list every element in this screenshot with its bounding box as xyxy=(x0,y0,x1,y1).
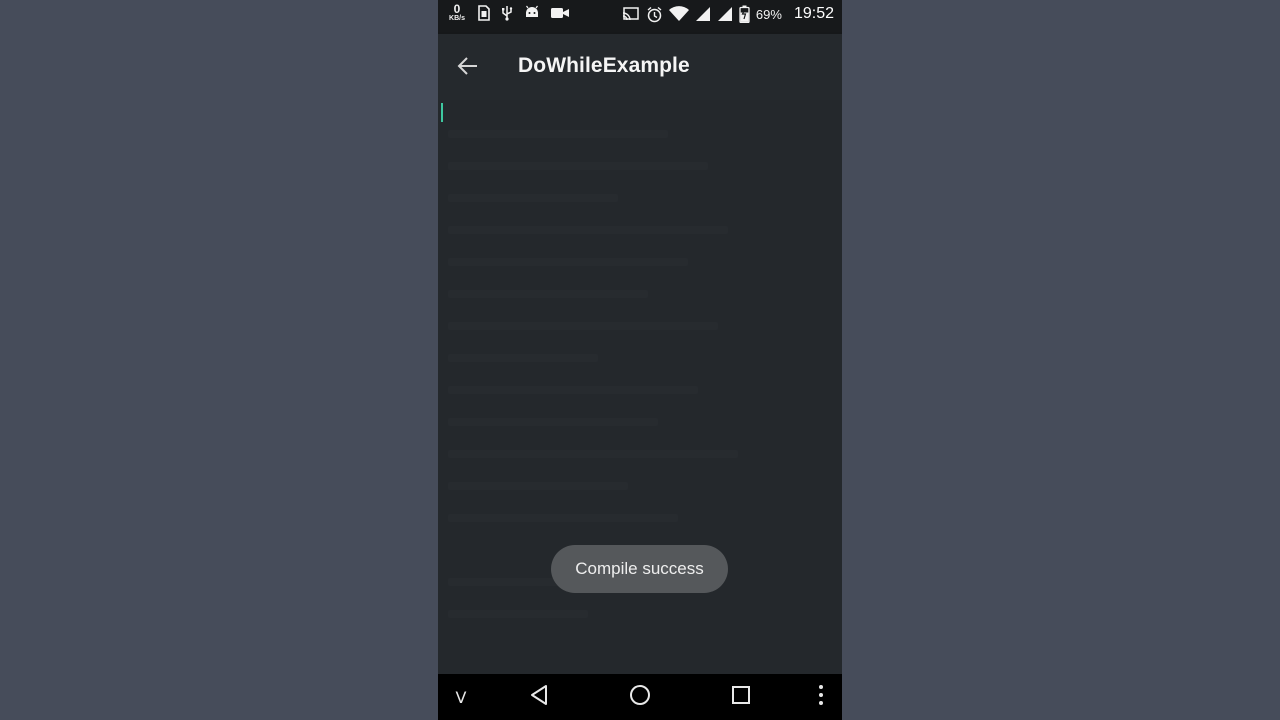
faded-code-line xyxy=(448,290,648,298)
nav-recents-button[interactable] xyxy=(726,682,756,712)
hide-keyboard-button[interactable]: V xyxy=(446,682,476,712)
system-navigation-bar: V xyxy=(438,674,842,720)
network-speed-unit: KB/s xyxy=(449,15,465,22)
status-clock: 19:52 xyxy=(793,5,834,22)
overflow-menu-button[interactable] xyxy=(806,682,836,712)
back-button[interactable] xyxy=(452,52,484,84)
faded-code-line xyxy=(448,482,628,490)
phone-screen: 0 KB/s 69% 19:52 DoWhileExample Compile … xyxy=(438,0,842,720)
faded-code-line xyxy=(448,258,688,266)
nav-back-button[interactable] xyxy=(524,682,554,712)
faded-code-line xyxy=(448,386,698,394)
status-bar: 0 KB/s 69% 19:52 xyxy=(438,0,842,34)
cast-icon xyxy=(622,6,640,22)
network-speed-value: 0 xyxy=(453,2,461,16)
overflow-menu-icon xyxy=(818,684,824,711)
faded-code-line xyxy=(448,162,708,170)
arrow-back-icon xyxy=(457,55,479,82)
alarm-icon xyxy=(646,6,663,23)
sim-card-icon xyxy=(478,4,490,21)
faded-code-line xyxy=(448,610,588,618)
faded-code-line xyxy=(448,226,728,234)
nav-home-button[interactable] xyxy=(625,682,655,712)
faded-code-line xyxy=(448,130,668,138)
usb-icon xyxy=(500,5,514,21)
battery-charging-icon xyxy=(739,5,750,23)
recents-square-icon xyxy=(731,685,751,710)
back-triangle-icon xyxy=(529,684,549,711)
text-cursor xyxy=(441,103,443,122)
battery-percentage: 69% xyxy=(755,6,782,22)
faded-code-line xyxy=(448,514,678,522)
status-bar-left: 0 KB/s xyxy=(446,3,570,22)
wifi-icon xyxy=(668,6,689,22)
home-circle-icon xyxy=(629,684,651,711)
network-speed-indicator: 0 KB/s xyxy=(446,3,468,22)
faded-code-line xyxy=(448,418,658,426)
faded-code-line xyxy=(448,354,598,362)
faded-code-line xyxy=(448,450,738,458)
page-title: DoWhileExample xyxy=(518,54,690,77)
toast-message: Compile success xyxy=(551,545,728,593)
faded-code-line xyxy=(448,322,718,330)
app-toolbar: DoWhileExample xyxy=(438,34,842,100)
cell-signal-icon xyxy=(695,6,711,22)
faded-code-line xyxy=(448,194,618,202)
status-bar-right: 69% 19:52 xyxy=(622,0,834,28)
android-debug-icon xyxy=(524,5,540,21)
video-camera-icon xyxy=(550,6,570,20)
cell-signal-icon xyxy=(717,6,733,22)
